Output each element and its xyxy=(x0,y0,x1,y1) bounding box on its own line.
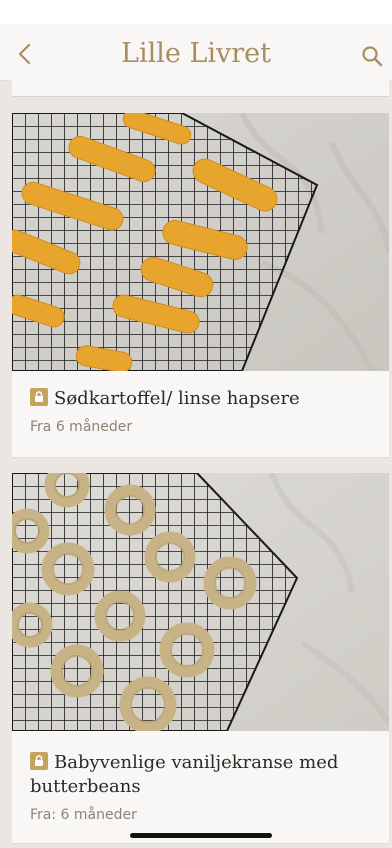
page-title: Lille Livret xyxy=(121,38,271,69)
search-icon xyxy=(362,46,383,67)
recipe-title: Sødkartoffel/ linse hapsere xyxy=(30,387,377,411)
recipe-image xyxy=(12,473,389,731)
lock-icon xyxy=(30,752,48,770)
previous-recipe-card[interactable] xyxy=(12,80,389,97)
recipe-title: Babyvenlige vaniljekranse med butterbean… xyxy=(30,752,339,797)
recipe-image xyxy=(12,113,389,371)
recipe-card[interactable]: Sødkartoffel/ linse hapsere Fra 6 månede… xyxy=(12,113,389,457)
status-bar xyxy=(0,0,392,24)
recipe-age: Fra 6 måneder xyxy=(30,419,133,435)
search-button[interactable] xyxy=(360,44,384,68)
recipe-card[interactable]: Babyvenlige vaniljekranse med butterbean… xyxy=(12,473,389,843)
lock-icon xyxy=(30,388,48,406)
app-header: Lille Livret xyxy=(0,24,392,81)
home-indicator[interactable] xyxy=(130,833,272,838)
recipe-age: Fra: 6 måneder xyxy=(30,807,137,823)
